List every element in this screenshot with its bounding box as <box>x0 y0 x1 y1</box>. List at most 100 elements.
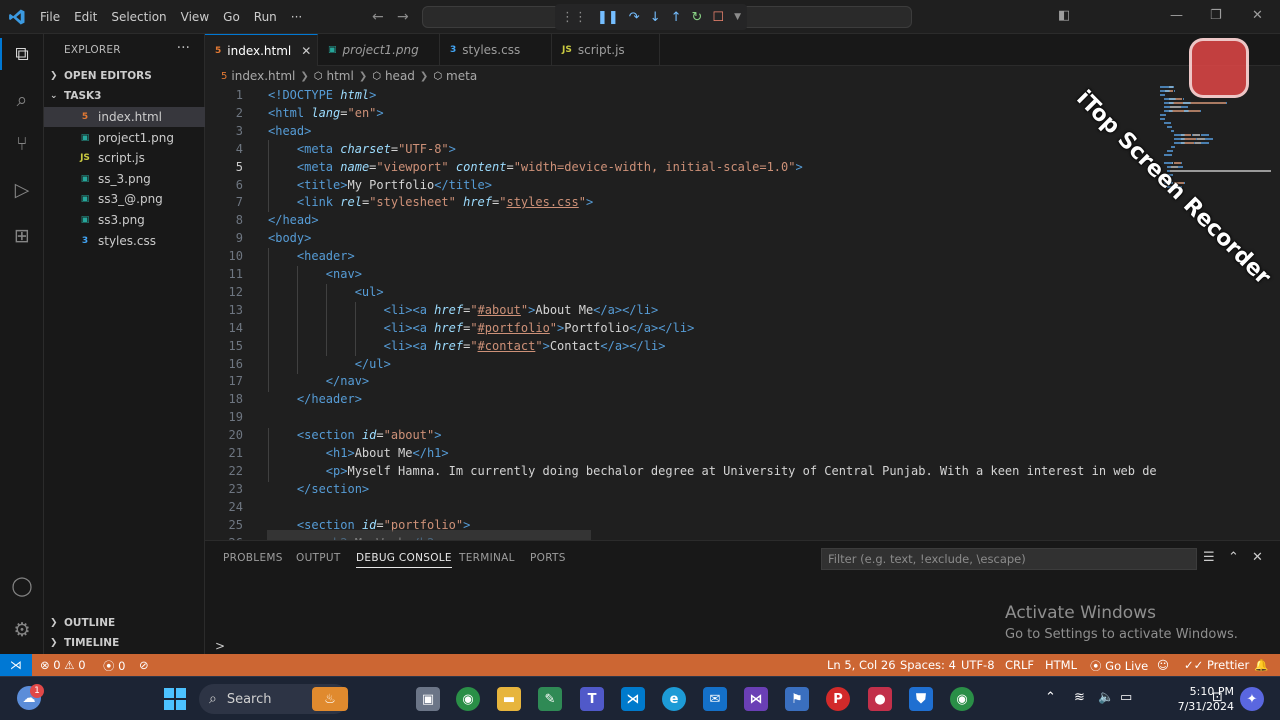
prettier-status[interactable]: ✓✓ Prettier <box>1184 658 1249 672</box>
tab-terminal[interactable]: TERMINAL <box>459 552 515 564</box>
app-flag-icon[interactable]: ⚑ <box>785 687 809 711</box>
open-editors-section[interactable]: ❯ OPEN EDITORS <box>44 66 205 86</box>
menu-file[interactable]: File <box>40 10 60 24</box>
copilot-icon[interactable]: ☺ <box>1157 658 1169 672</box>
pinterest-icon[interactable]: P <box>826 687 850 711</box>
volume-icon[interactable]: 🔈 <box>1098 690 1114 705</box>
encoding[interactable]: UTF-8 <box>961 658 995 672</box>
breadcrumb-item[interactable]: html <box>326 69 353 83</box>
explorer-icon[interactable]: ⧉ <box>10 42 34 66</box>
tab-project1-png[interactable]: ▣ project1.png <box>318 34 440 66</box>
task-view-icon[interactable]: ▣ <box>416 687 440 711</box>
stop-icon[interactable]: ☐ <box>712 10 724 25</box>
close-tab-icon[interactable]: ✕ <box>301 44 311 58</box>
errors-status[interactable]: ⊗ 0 ⚠ 0 <box>40 658 86 672</box>
restart-icon[interactable]: ↻ <box>692 10 703 25</box>
account-icon[interactable]: ◯ <box>10 574 34 598</box>
settings-gear-icon[interactable]: ⚙ <box>10 618 34 642</box>
minimap[interactable] <box>1160 86 1271 226</box>
file-item[interactable]: ▣ ss3_@.png <box>44 189 205 209</box>
file-item[interactable]: ▣ ss_3.png <box>44 169 205 189</box>
notifications-bell-icon[interactable]: 🔔 <box>1254 658 1268 672</box>
menu-run[interactable]: Run <box>254 10 277 24</box>
forward-arrow-icon[interactable]: → <box>397 9 409 25</box>
code-token: <header> <box>296 249 355 264</box>
horizontal-scrollbar[interactable] <box>267 530 591 540</box>
cursor-position[interactable]: Ln 5, Col 26 <box>827 658 896 672</box>
line-ending[interactable]: CRLF <box>1005 658 1034 672</box>
file-item[interactable]: ▣ project1.png <box>44 128 205 148</box>
clock[interactable]: 5:10 PM 7/31/2024 <box>1170 684 1234 714</box>
maximize-panel-icon[interactable]: ⌃ <box>1228 550 1239 565</box>
tab-script-js[interactable]: JS script.js <box>552 34 660 66</box>
go-live-button[interactable]: ⦿ Go Live <box>1090 658 1148 674</box>
console-prompt[interactable]: > <box>215 639 225 653</box>
chevron-up-icon[interactable]: ⌃ <box>1045 690 1056 705</box>
source-control-icon[interactable]: ⑂ <box>10 132 34 156</box>
battery-icon[interactable]: ▭ <box>1120 690 1132 705</box>
copilot-taskbar-icon[interactable]: ✦ <box>1240 687 1264 711</box>
extensions-icon[interactable]: ⊞ <box>10 224 34 248</box>
breadcrumb-item[interactable]: meta <box>446 69 477 83</box>
tab-label: project1.png <box>342 43 419 57</box>
chrome-icon[interactable]: ◉ <box>456 687 480 711</box>
chevron-down-icon[interactable]: ▼ <box>734 12 741 22</box>
mail-icon[interactable]: ✉ <box>703 687 727 711</box>
wifi-icon[interactable]: ≋ <box>1074 690 1085 705</box>
edge-icon[interactable]: e <box>662 687 686 711</box>
drag-handle-icon[interactable]: ⋮⋮ <box>561 10 587 25</box>
windows-start-icon[interactable] <box>163 687 187 711</box>
code-editor[interactable]: 1 <!DOCTYPE html> 2 <html lang="en"> 3 <head>… <box>205 86 1280 540</box>
debug-status-icon[interactable]: ⊘ <box>139 658 149 672</box>
run-debug-icon[interactable]: ▷ <box>10 178 34 202</box>
back-arrow-icon[interactable]: ← <box>372 9 384 25</box>
timeline-section[interactable]: ❯ TIMELINE <box>44 633 205 653</box>
tab-debug-console[interactable]: DEBUG CONSOLE <box>356 552 452 568</box>
folder-section[interactable]: ⌄ TASK3 <box>44 86 205 106</box>
tab-problems[interactable]: PROBLEMS <box>223 552 283 564</box>
menu-selection[interactable]: Selection <box>111 10 166 24</box>
step-into-icon[interactable]: ↓ <box>650 10 661 25</box>
menu-edit[interactable]: Edit <box>74 10 97 24</box>
close-panel-icon[interactable]: ✕ <box>1252 550 1263 565</box>
pause-icon[interactable]: ❚❚ <box>597 10 619 25</box>
minimize-icon[interactable]: — <box>1170 8 1183 23</box>
step-out-icon[interactable]: ↑ <box>671 10 682 25</box>
file-item[interactable]: JS script.js <box>44 148 205 168</box>
language-mode[interactable]: HTML <box>1045 658 1077 672</box>
app-icon[interactable]: ✎ <box>538 687 562 711</box>
tab-ports[interactable]: PORTS <box>530 552 566 564</box>
indentation[interactable]: Spaces: 4 <box>900 658 956 672</box>
debug-filter-input[interactable]: Filter (e.g. text, !exclude, \escape) <box>821 548 1197 570</box>
file-item[interactable]: 3 styles.css <box>44 231 205 251</box>
file-item[interactable]: ▣ ss3.png <box>44 210 205 230</box>
tab-styles-css[interactable]: 3 styles.css <box>440 34 552 66</box>
step-over-icon[interactable]: ↷ <box>629 10 640 25</box>
ports-status[interactable]: ⦿ 0 <box>103 658 125 674</box>
remote-icon[interactable]: ⋊ <box>0 654 32 676</box>
more-actions-icon[interactable]: ··· <box>177 40 190 56</box>
notification-icon[interactable]: ⊡ <box>1212 690 1223 705</box>
tab-index-html[interactable]: 5 index.html ✕ <box>205 34 318 66</box>
teams-icon[interactable]: T <box>580 687 604 711</box>
outline-section[interactable]: ❯ OUTLINE <box>44 613 205 633</box>
file-explorer-icon[interactable]: ▬ <box>497 687 521 711</box>
security-shield-icon[interactable]: ⛊ <box>909 687 933 711</box>
close-window-icon[interactable]: ✕ <box>1252 8 1263 23</box>
maximize-icon[interactable]: ❐ <box>1210 8 1222 23</box>
breadcrumb-item[interactable]: index.html <box>231 69 295 83</box>
breadcrumb-item[interactable]: head <box>385 69 415 83</box>
vscode-taskbar-icon[interactable]: ⋊ <box>621 687 645 711</box>
menu-view[interactable]: View <box>181 10 209 24</box>
chrome-icon[interactable]: ◉ <box>950 687 974 711</box>
menu-go[interactable]: Go <box>223 10 240 24</box>
menu-more[interactable]: ··· <box>291 10 302 24</box>
file-item[interactable]: 5 index.html <box>44 107 205 127</box>
search-icon[interactable]: ⌕ <box>10 88 34 112</box>
tab-output[interactable]: OUTPUT <box>296 552 341 564</box>
visual-studio-icon[interactable]: ⋈ <box>744 687 768 711</box>
toggle-sidebar-icon[interactable]: ◧ <box>1058 8 1070 23</box>
clear-console-icon[interactable]: ☰ <box>1203 550 1215 565</box>
screen-recorder-icon[interactable]: ● <box>868 687 892 711</box>
